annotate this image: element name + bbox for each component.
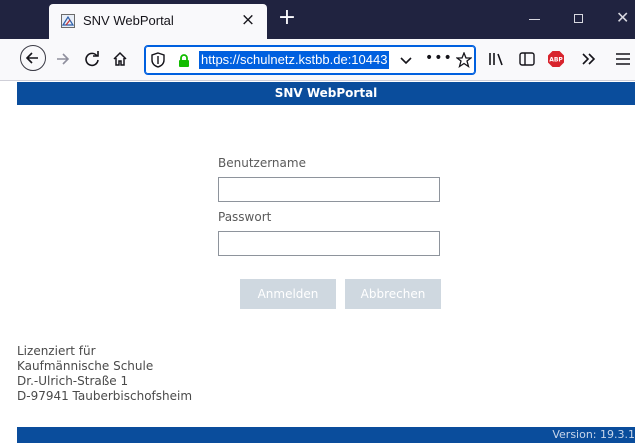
lock-icon[interactable] <box>178 53 190 72</box>
adblock-label: ABP <box>549 57 563 64</box>
url-text[interactable]: https://schulnetz.kstbb.de:10443 <box>199 51 390 69</box>
cancel-button[interactable]: Abbrechen <box>345 279 441 309</box>
hamburger-menu-icon[interactable] <box>612 48 634 70</box>
overflow-menu-icon[interactable] <box>578 48 600 70</box>
new-tab-button[interactable]: + <box>275 7 299 31</box>
license-line: Lizenziert für <box>17 344 96 358</box>
page-actions-icon[interactable]: ••• <box>425 50 453 66</box>
address-bar[interactable]: https://schulnetz.kstbb.de:10443 ••• <box>144 45 476 75</box>
username-label: Benutzername <box>218 156 306 170</box>
back-icon[interactable] <box>20 45 46 71</box>
password-input[interactable] <box>218 231 440 256</box>
version-label: Version: 19.3.1 <box>552 428 635 441</box>
minimize-window-icon[interactable] <box>527 11 543 27</box>
tab-close-icon[interactable]: × <box>238 10 258 30</box>
forward-icon[interactable] <box>50 47 74 71</box>
sidebar-icon[interactable] <box>516 48 538 70</box>
page-title: SNV WebPortal <box>274 86 378 100</box>
url-dropdown-icon[interactable] <box>399 52 413 71</box>
adblock-plus-icon[interactable]: ABP <box>545 48 567 70</box>
page-header-bar: SNV WebPortal <box>17 82 635 105</box>
password-label: Passwort <box>218 210 272 224</box>
username-input[interactable] <box>218 177 440 202</box>
reload-icon[interactable] <box>80 47 104 71</box>
license-info: Lizenziert für Kaufmännische Schule Dr.-… <box>17 344 192 404</box>
tab-strip: SNV WebPortal × + ✕ <box>0 0 635 39</box>
tab-title: SNV WebPortal <box>83 13 174 28</box>
maximize-window-icon[interactable] <box>571 11 587 27</box>
school-favicon-icon <box>61 14 75 28</box>
close-window-icon[interactable]: ✕ <box>616 8 632 28</box>
tracking-shield-icon[interactable] <box>151 52 165 72</box>
login-button[interactable]: Anmelden <box>240 279 336 309</box>
library-icon[interactable] <box>486 48 508 70</box>
home-icon[interactable] <box>108 47 132 71</box>
page-footer-bar: Version: 19.3.1 <box>17 427 635 443</box>
license-line: Dr.-Ulrich-Straße 1 <box>17 374 129 388</box>
license-line: D-97941 Tauberbischofsheim <box>17 389 193 403</box>
bookmark-star-icon[interactable] <box>455 51 473 72</box>
navigation-toolbar: https://schulnetz.kstbb.de:10443 ••• ABP <box>0 39 635 81</box>
license-line: Kaufmännische Schule <box>17 359 154 373</box>
tab-snv-webportal[interactable]: SNV WebPortal × <box>49 4 267 39</box>
